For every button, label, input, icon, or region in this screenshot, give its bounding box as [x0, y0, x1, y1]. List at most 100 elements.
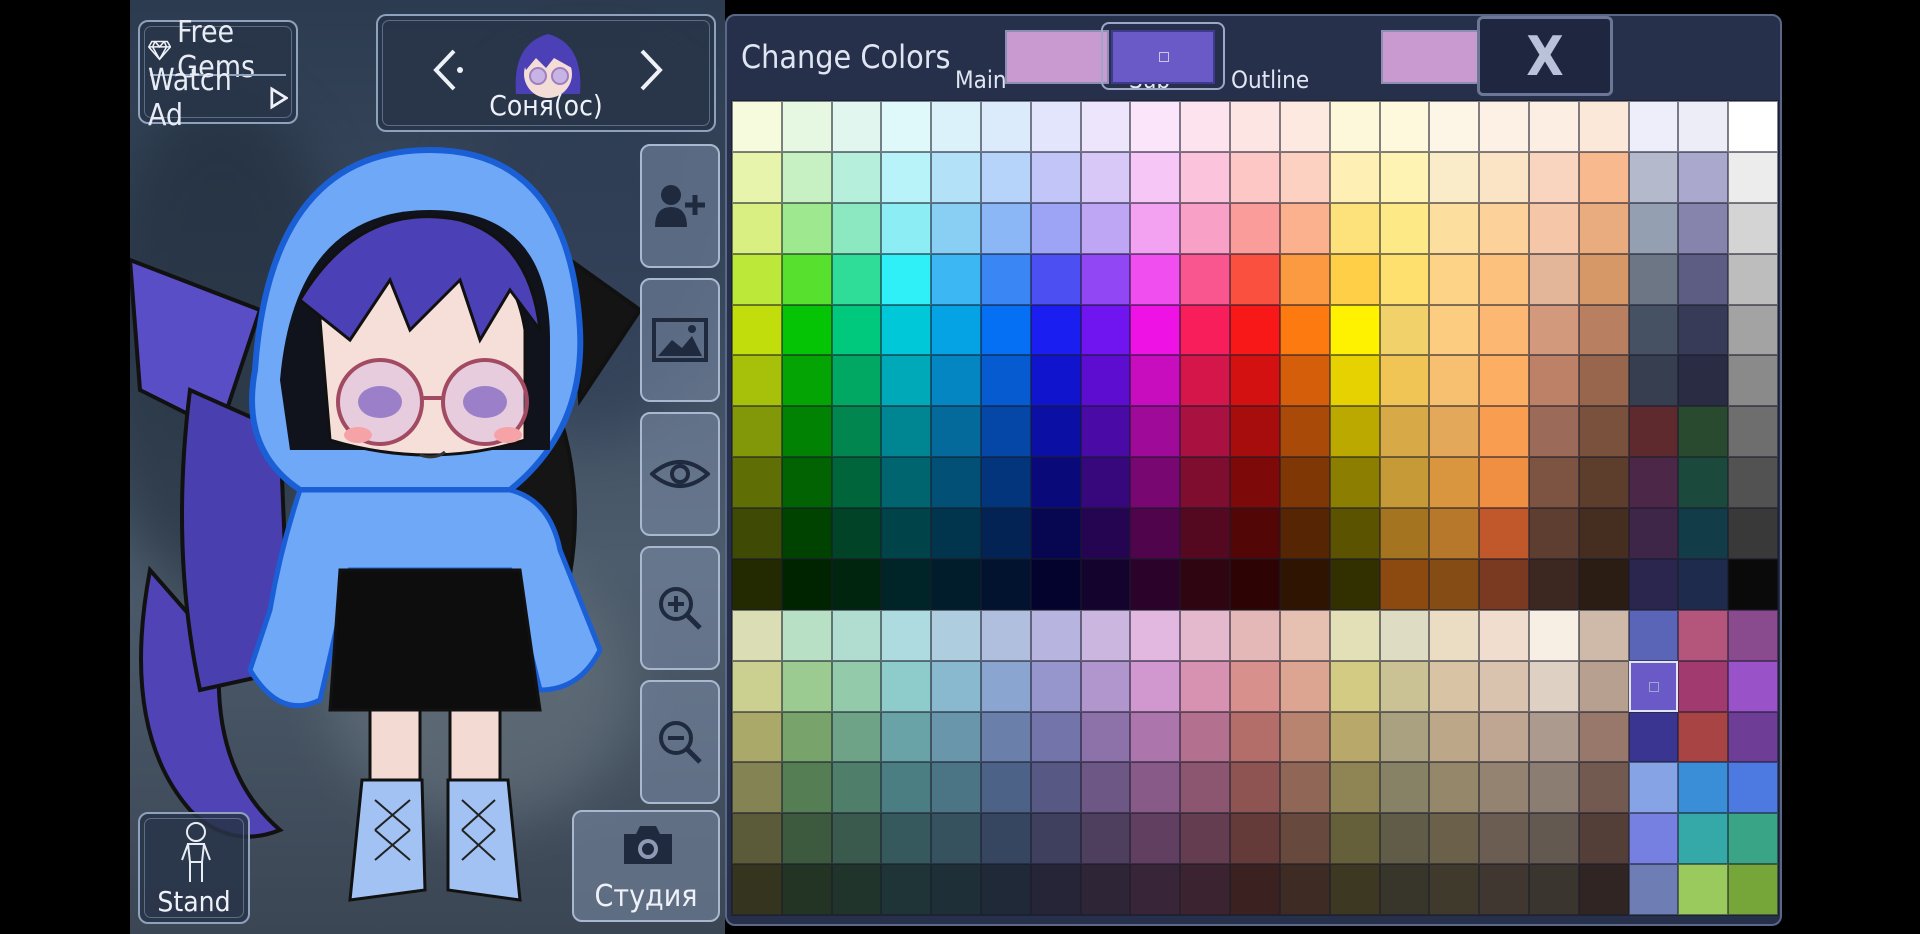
- palette-color-cell[interactable]: [1379, 202, 1430, 254]
- palette-color-cell[interactable]: [931, 558, 982, 610]
- free-gems-button[interactable]: Free Gems Watch Ad: [138, 15, 298, 133]
- palette-color-cell[interactable]: [831, 558, 882, 610]
- palette-color-cell[interactable]: [1628, 406, 1679, 458]
- palette-color-cell[interactable]: [981, 457, 1031, 508]
- palette-color-cell[interactable]: [1230, 864, 1280, 915]
- palette-color-cell[interactable]: [831, 406, 882, 458]
- palette-color-cell[interactable]: [1678, 813, 1729, 865]
- palette-color-cell[interactable]: [1578, 355, 1629, 407]
- palette-color-cell[interactable]: [931, 101, 982, 152]
- palette-color-cell[interactable]: [1279, 508, 1330, 559]
- palette-color-cell[interactable]: [1528, 406, 1579, 458]
- palette-color-cell[interactable]: [831, 762, 882, 814]
- palette-color-cell[interactable]: [981, 864, 1031, 915]
- palette-color-cell[interactable]: [1578, 864, 1629, 915]
- palette-color-cell[interactable]: [981, 609, 1031, 661]
- palette-color-cell[interactable]: [981, 253, 1031, 305]
- palette-color-cell[interactable]: [1728, 711, 1778, 763]
- studio-button[interactable]: Студия: [572, 810, 720, 922]
- palette-color-cell[interactable]: [781, 558, 832, 610]
- palette-color-cell[interactable]: [931, 508, 982, 559]
- palette-color-cell[interactable]: [1230, 253, 1280, 305]
- palette-color-cell[interactable]: [1429, 101, 1480, 152]
- palette-color-cell[interactable]: [1230, 202, 1280, 254]
- palette-color-cell[interactable]: [1180, 101, 1231, 152]
- palette-color-cell[interactable]: [1180, 406, 1231, 458]
- palette-color-cell[interactable]: [1080, 457, 1131, 508]
- close-button[interactable]: X: [1477, 16, 1613, 96]
- palette-color-cell[interactable]: [1329, 813, 1380, 865]
- add-character-button[interactable]: [640, 144, 720, 268]
- palette-color-cell[interactable]: [1479, 202, 1529, 254]
- palette-color-cell[interactable]: [881, 151, 932, 203]
- palette-color-cell[interactable]: [1728, 609, 1778, 661]
- palette-color-cell[interactable]: [881, 558, 932, 610]
- palette-color-cell[interactable]: [1578, 762, 1629, 814]
- palette-color-cell[interactable]: [1479, 864, 1529, 915]
- palette-color-cell[interactable]: [931, 711, 982, 763]
- palette-color-cell[interactable]: [1728, 101, 1778, 152]
- zoom-out-button[interactable]: [640, 680, 720, 804]
- palette-color-cell[interactable]: [781, 762, 832, 814]
- palette-color-cell[interactable]: [831, 609, 882, 661]
- palette-color-cell[interactable]: [831, 813, 882, 865]
- palette-color-cell[interactable]: [1379, 660, 1430, 712]
- palette-color-cell[interactable]: [1678, 355, 1729, 407]
- palette-color-cell[interactable]: [1180, 711, 1231, 763]
- palette-color-cell[interactable]: [732, 609, 782, 661]
- palette-color-cell[interactable]: [831, 457, 882, 508]
- palette-color-cell[interactable]: [1279, 711, 1330, 763]
- palette-color-cell[interactable]: [931, 355, 982, 407]
- palette-color-cell[interactable]: [1379, 304, 1430, 356]
- palette-color-cell[interactable]: [1030, 101, 1081, 152]
- palette-color-cell[interactable]: [1678, 660, 1729, 712]
- palette-color-cell[interactable]: [1528, 355, 1579, 407]
- palette-color-cell[interactable]: [1728, 813, 1778, 865]
- palette-color-cell[interactable]: [1080, 813, 1131, 865]
- palette-color-cell[interactable]: [1728, 253, 1778, 305]
- palette-color-cell[interactable]: [1379, 101, 1430, 152]
- palette-color-cell[interactable]: [1329, 609, 1380, 661]
- palette-color-cell[interactable]: [931, 457, 982, 508]
- visibility-button[interactable]: [640, 412, 720, 536]
- palette-color-cell[interactable]: [1678, 253, 1729, 305]
- background-button[interactable]: [640, 278, 720, 402]
- palette-color-cell[interactable]: [781, 355, 832, 407]
- palette-color-cell[interactable]: [1279, 304, 1330, 356]
- palette-color-cell[interactable]: [1429, 558, 1480, 610]
- watch-ad-row[interactable]: Watch Ad: [148, 63, 288, 133]
- palette-color-cell[interactable]: [732, 457, 782, 508]
- palette-color-cell[interactable]: [1080, 151, 1131, 203]
- palette-color-cell[interactable]: [1279, 151, 1330, 203]
- palette-color-cell[interactable]: [1180, 864, 1231, 915]
- palette-color-cell[interactable]: [1329, 202, 1380, 254]
- palette-color-cell[interactable]: [1130, 406, 1181, 458]
- palette-color-cell[interactable]: [1379, 457, 1430, 508]
- palette-color-cell[interactable]: [1429, 457, 1480, 508]
- palette-color-cell[interactable]: [1080, 762, 1131, 814]
- palette-color-cell[interactable]: [981, 406, 1031, 458]
- palette-color-cell[interactable]: [1030, 711, 1081, 763]
- palette-color-cell[interactable]: [1678, 864, 1729, 915]
- palette-color-cell[interactable]: [1628, 508, 1679, 559]
- palette-color-cell[interactable]: [1080, 202, 1131, 254]
- palette-color-cell[interactable]: [1230, 508, 1280, 559]
- palette-color-cell[interactable]: [1230, 711, 1280, 763]
- palette-color-cell[interactable]: [831, 355, 882, 407]
- palette-color-cell[interactable]: [1528, 864, 1579, 915]
- palette-color-cell[interactable]: [1528, 151, 1579, 203]
- palette-color-cell[interactable]: [1628, 558, 1679, 610]
- palette-color-cell[interactable]: [1379, 762, 1430, 814]
- zoom-in-button[interactable]: [640, 546, 720, 670]
- palette-color-cell[interactable]: [732, 762, 782, 814]
- palette-color-cell[interactable]: [1528, 558, 1579, 610]
- palette-color-cell[interactable]: [931, 813, 982, 865]
- palette-color-cell[interactable]: [1578, 813, 1629, 865]
- palette-color-cell[interactable]: [1479, 609, 1529, 661]
- palette-color-cell[interactable]: [1479, 101, 1529, 152]
- stand-button[interactable]: Stand: [138, 812, 250, 924]
- palette-color-cell[interactable]: [1180, 355, 1231, 407]
- palette-color-cell[interactable]: [1130, 304, 1181, 356]
- palette-color-cell[interactable]: [1479, 508, 1529, 559]
- palette-color-cell[interactable]: [1080, 406, 1131, 458]
